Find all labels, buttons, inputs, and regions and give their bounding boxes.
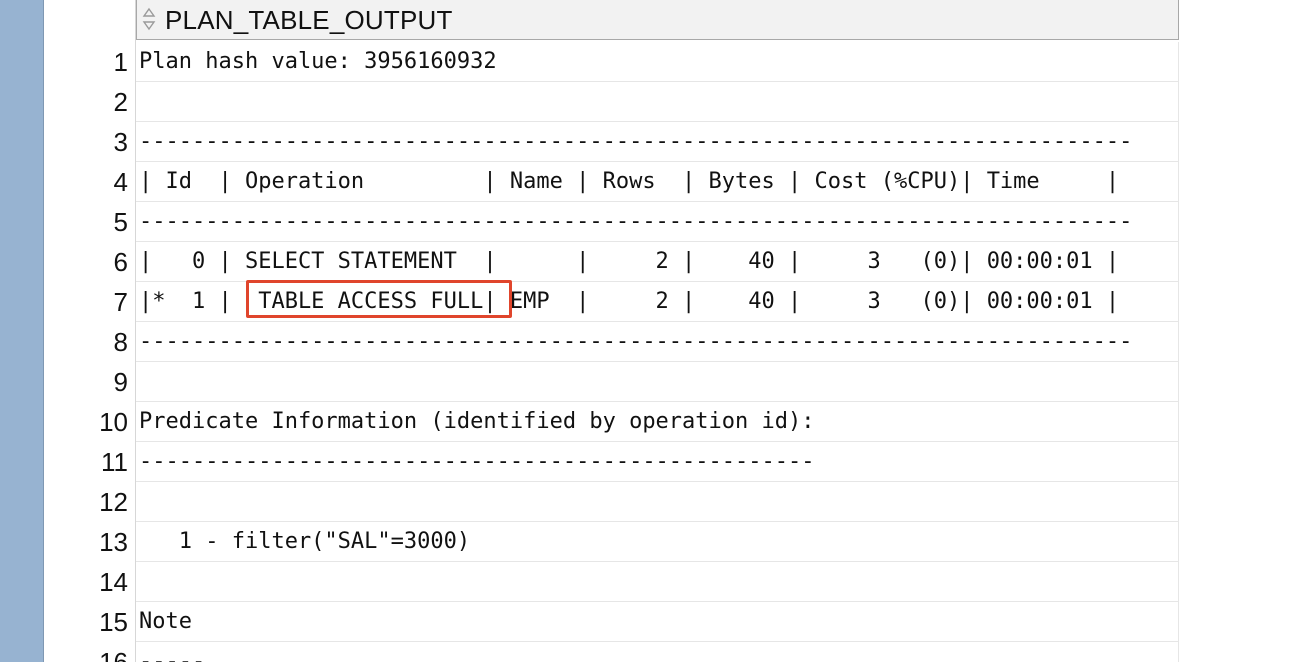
table-row[interactable]: 3 ---------------------------------------…: [44, 122, 1296, 162]
plan-output-cell[interactable]: ----------------------------------------…: [136, 122, 1179, 162]
row-number: 4: [113, 167, 128, 197]
plan-output-text: | 0 | SELECT STATEMENT | | 2 | 40 | 3 (0…: [139, 249, 1120, 274]
plan-output-text: |* 1 | TABLE ACCESS FULL| EMP | 2 | 40 |…: [139, 289, 1120, 314]
plan-output-text: ----------------------------------------…: [139, 129, 1133, 154]
row-number: 2: [113, 87, 128, 117]
plan-output-text: Note: [139, 609, 192, 634]
row-number: 5: [113, 207, 128, 237]
column-title: PLAN_TABLE_OUTPUT: [165, 5, 453, 35]
table-row[interactable]: 14: [44, 562, 1296, 602]
table-row[interactable]: 13 1 - filter("SAL"=3000): [44, 522, 1296, 562]
result-rows: 1 Plan hash value: 3956160932 2 3 ----------…: [44, 42, 1296, 662]
plan-output-cell[interactable]: [136, 482, 1179, 522]
table-row[interactable]: 16 -----: [44, 642, 1296, 662]
row-number: 6: [113, 247, 128, 277]
plan-output-text: Predicate Information (identified by ope…: [139, 409, 815, 434]
plan-output-cell[interactable]: 1 - filter("SAL"=3000): [136, 522, 1179, 562]
plan-output-cell[interactable]: Note: [136, 602, 1179, 642]
table-row[interactable]: 4 | Id | Operation | Name | Rows | Bytes …: [44, 162, 1296, 202]
plan-output-text: ----------------------------------------…: [139, 449, 815, 474]
table-row[interactable]: 10 Predicate Information (identified by o…: [44, 402, 1296, 442]
row-number: 16: [99, 647, 128, 662]
plan-output-cell[interactable]: ----------------------------------------…: [136, 442, 1179, 482]
row-number: 7: [113, 287, 128, 317]
row-number: 15: [99, 607, 128, 637]
row-number: 10: [99, 407, 128, 437]
row-number: 8: [113, 327, 128, 357]
plan-output-cell[interactable]: -----: [136, 642, 1179, 662]
plan-output-cell[interactable]: ----------------------------------------…: [136, 202, 1179, 242]
row-number: 3: [113, 127, 128, 157]
row-number: 12: [99, 487, 128, 517]
sort-arrows-icon[interactable]: [142, 7, 156, 31]
plan-output-cell[interactable]: | Id | Operation | Name | Rows | Bytes |…: [136, 162, 1179, 202]
table-row[interactable]: 6 | 0 | SELECT STATEMENT | | 2 | 40 | 3 (…: [44, 242, 1296, 282]
table-row[interactable]: 12: [44, 482, 1296, 522]
row-number: 1: [113, 47, 128, 77]
plan-output-cell[interactable]: [136, 562, 1179, 602]
row-number: 13: [99, 527, 128, 557]
plan-output-cell[interactable]: |* 1 | TABLE ACCESS FULL| EMP | 2 | 40 |…: [136, 282, 1179, 322]
plan-output-cell[interactable]: | 0 | SELECT STATEMENT | | 2 | 40 | 3 (0…: [136, 242, 1179, 282]
table-row[interactable]: 9: [44, 362, 1296, 402]
plan-output-cell[interactable]: ----------------------------------------…: [136, 322, 1179, 362]
plan-output-text: ----------------------------------------…: [139, 329, 1133, 354]
plan-output-cell[interactable]: Predicate Information (identified by ope…: [136, 402, 1179, 442]
plan-output-cell[interactable]: [136, 362, 1179, 402]
column-header-plan-table-output[interactable]: PLAN_TABLE_OUTPUT: [136, 0, 1179, 40]
row-number: 14: [99, 567, 128, 597]
table-row[interactable]: 2: [44, 82, 1296, 122]
plan-output-text: -----: [139, 649, 206, 662]
table-row[interactable]: 15 Note: [44, 602, 1296, 642]
plan-output-cell[interactable]: Plan hash value: 3956160932: [136, 42, 1179, 82]
plan-output-cell[interactable]: [136, 82, 1179, 122]
row-number: 11: [101, 447, 128, 477]
plan-output-text: ----------------------------------------…: [139, 209, 1133, 234]
panel-left-border: [0, 0, 44, 662]
query-result-grid: PLAN_TABLE_OUTPUT 1 Plan hash value: 3956…: [0, 0, 1296, 662]
plan-output-text: 1 - filter("SAL"=3000): [139, 529, 471, 554]
table-row[interactable]: 8 ---------------------------------------…: [44, 322, 1296, 362]
table-row[interactable]: 7 |* 1 | TABLE ACCESS FULL| EMP | 2 | 40 …: [44, 282, 1296, 322]
row-number: 9: [113, 367, 128, 397]
table-row[interactable]: 11 --------------------------------------…: [44, 442, 1296, 482]
table-row[interactable]: 1 Plan hash value: 3956160932: [44, 42, 1296, 82]
table-row[interactable]: 5 ---------------------------------------…: [44, 202, 1296, 242]
plan-output-text: | Id | Operation | Name | Rows | Bytes |…: [139, 169, 1120, 194]
plan-output-text: Plan hash value: 3956160932: [139, 49, 497, 74]
